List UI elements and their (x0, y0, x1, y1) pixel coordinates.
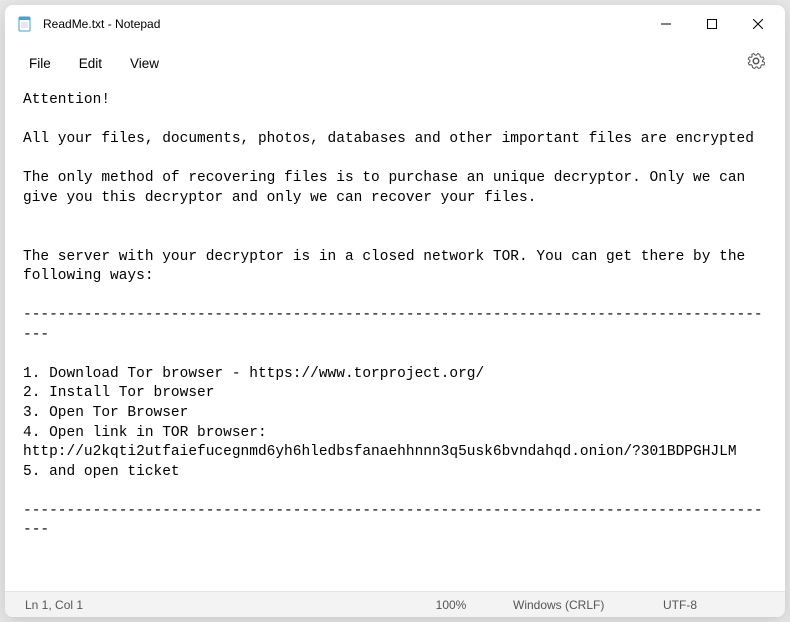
text-editor[interactable]: Attention! All your files, documents, ph… (5, 83, 785, 591)
window-title: ReadMe.txt - Notepad (43, 17, 643, 31)
notepad-icon (17, 16, 33, 32)
close-button[interactable] (735, 5, 781, 43)
menu-view[interactable]: View (116, 50, 173, 77)
maximize-button[interactable] (689, 5, 735, 43)
status-position: Ln 1, Col 1 (9, 598, 95, 612)
status-zoom: 100% (401, 598, 501, 612)
status-encoding: UTF-8 (651, 598, 781, 612)
menu-file[interactable]: File (15, 50, 65, 77)
notepad-window: ReadMe.txt - Notepad File Edit View Atte… (5, 5, 785, 617)
menubar: File Edit View (5, 43, 785, 83)
menu-edit[interactable]: Edit (65, 50, 116, 77)
gear-icon (747, 52, 765, 70)
minimize-button[interactable] (643, 5, 689, 43)
status-line-ending: Windows (CRLF) (501, 598, 651, 612)
settings-button[interactable] (737, 46, 775, 81)
window-controls (643, 5, 781, 43)
titlebar[interactable]: ReadMe.txt - Notepad (5, 5, 785, 43)
statusbar: Ln 1, Col 1 100% Windows (CRLF) UTF-8 (5, 591, 785, 617)
